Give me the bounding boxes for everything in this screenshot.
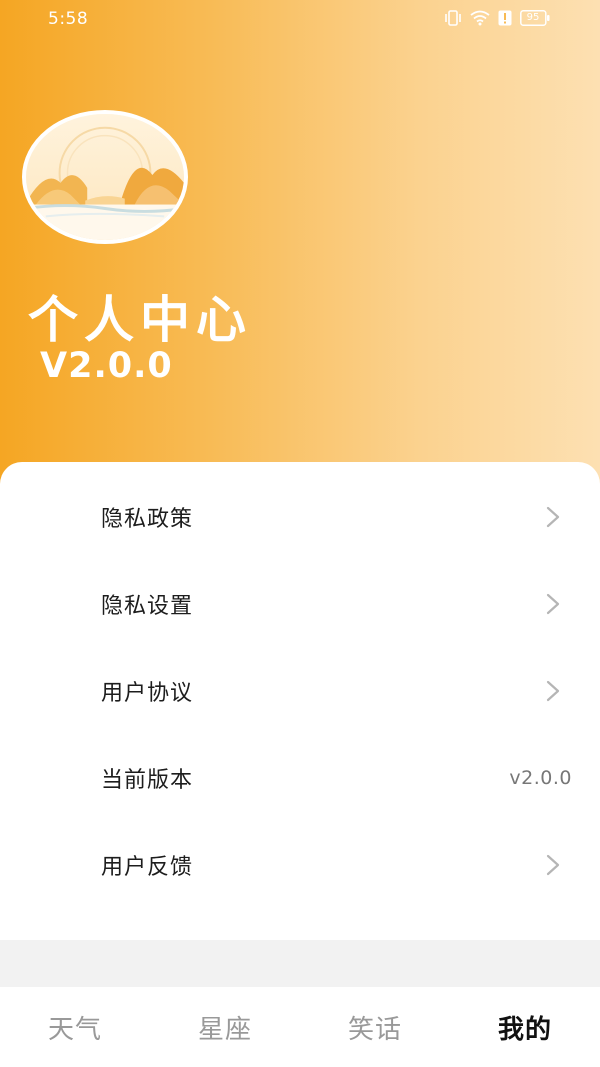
profile-header: 5:58 95 个人中心 V2.0.0 <box>0 0 600 500</box>
tab-horoscope[interactable]: 星座 <box>150 987 300 1067</box>
menu-item-label: 当前版本 <box>101 768 194 793</box>
page-title: 个人中心 <box>28 291 252 349</box>
status-icons: 95 <box>444 9 550 27</box>
vibrate-icon <box>444 10 462 26</box>
menu-item-privacy-policy[interactable]: 隐私政策 <box>0 474 600 560</box>
screen: 5:58 95 个人中心 V2.0.0 隐私政策 隐私设置 用户协议 当前版本 … <box>0 0 600 1067</box>
menu-item-user-feedback[interactable]: 用户反馈 <box>0 822 600 908</box>
tab-mine[interactable]: 我的 <box>450 987 600 1067</box>
alert-icon <box>498 10 512 26</box>
tab-jokes[interactable]: 笑话 <box>300 987 450 1067</box>
menu-item-label: 隐私政策 <box>101 507 194 532</box>
tab-weather[interactable]: 天气 <box>0 987 150 1067</box>
menu-item-label: 用户反馈 <box>101 855 194 880</box>
version-value: v2.0.0 <box>509 767 572 789</box>
chevron-right-icon <box>546 593 560 615</box>
chevron-right-icon <box>546 506 560 528</box>
status-time: 5:58 <box>48 9 89 29</box>
avatar[interactable] <box>22 110 188 244</box>
battery-icon: 95 <box>520 10 550 26</box>
menu-item-label: 隐私设置 <box>101 594 194 619</box>
status-bar: 5:58 95 <box>0 0 600 40</box>
bottom-tab-bar: 天气 星座 笑话 我的 <box>0 987 600 1067</box>
wifi-icon <box>470 10 490 26</box>
app-version-heading: V2.0.0 <box>40 346 173 386</box>
menu-item-label: 用户协议 <box>101 681 194 706</box>
menu-item-current-version[interactable]: 当前版本 v2.0.0 <box>0 735 600 821</box>
menu-item-user-agreement[interactable]: 用户协议 <box>0 648 600 734</box>
chevron-right-icon <box>546 680 560 702</box>
chevron-right-icon <box>546 854 560 876</box>
landscape-icon <box>26 114 184 240</box>
menu-item-privacy-settings[interactable]: 隐私设置 <box>0 561 600 647</box>
battery-level: 95 <box>526 12 540 23</box>
settings-menu: 隐私政策 隐私设置 用户协议 当前版本 v2.0.0 用户反馈 <box>0 462 600 940</box>
